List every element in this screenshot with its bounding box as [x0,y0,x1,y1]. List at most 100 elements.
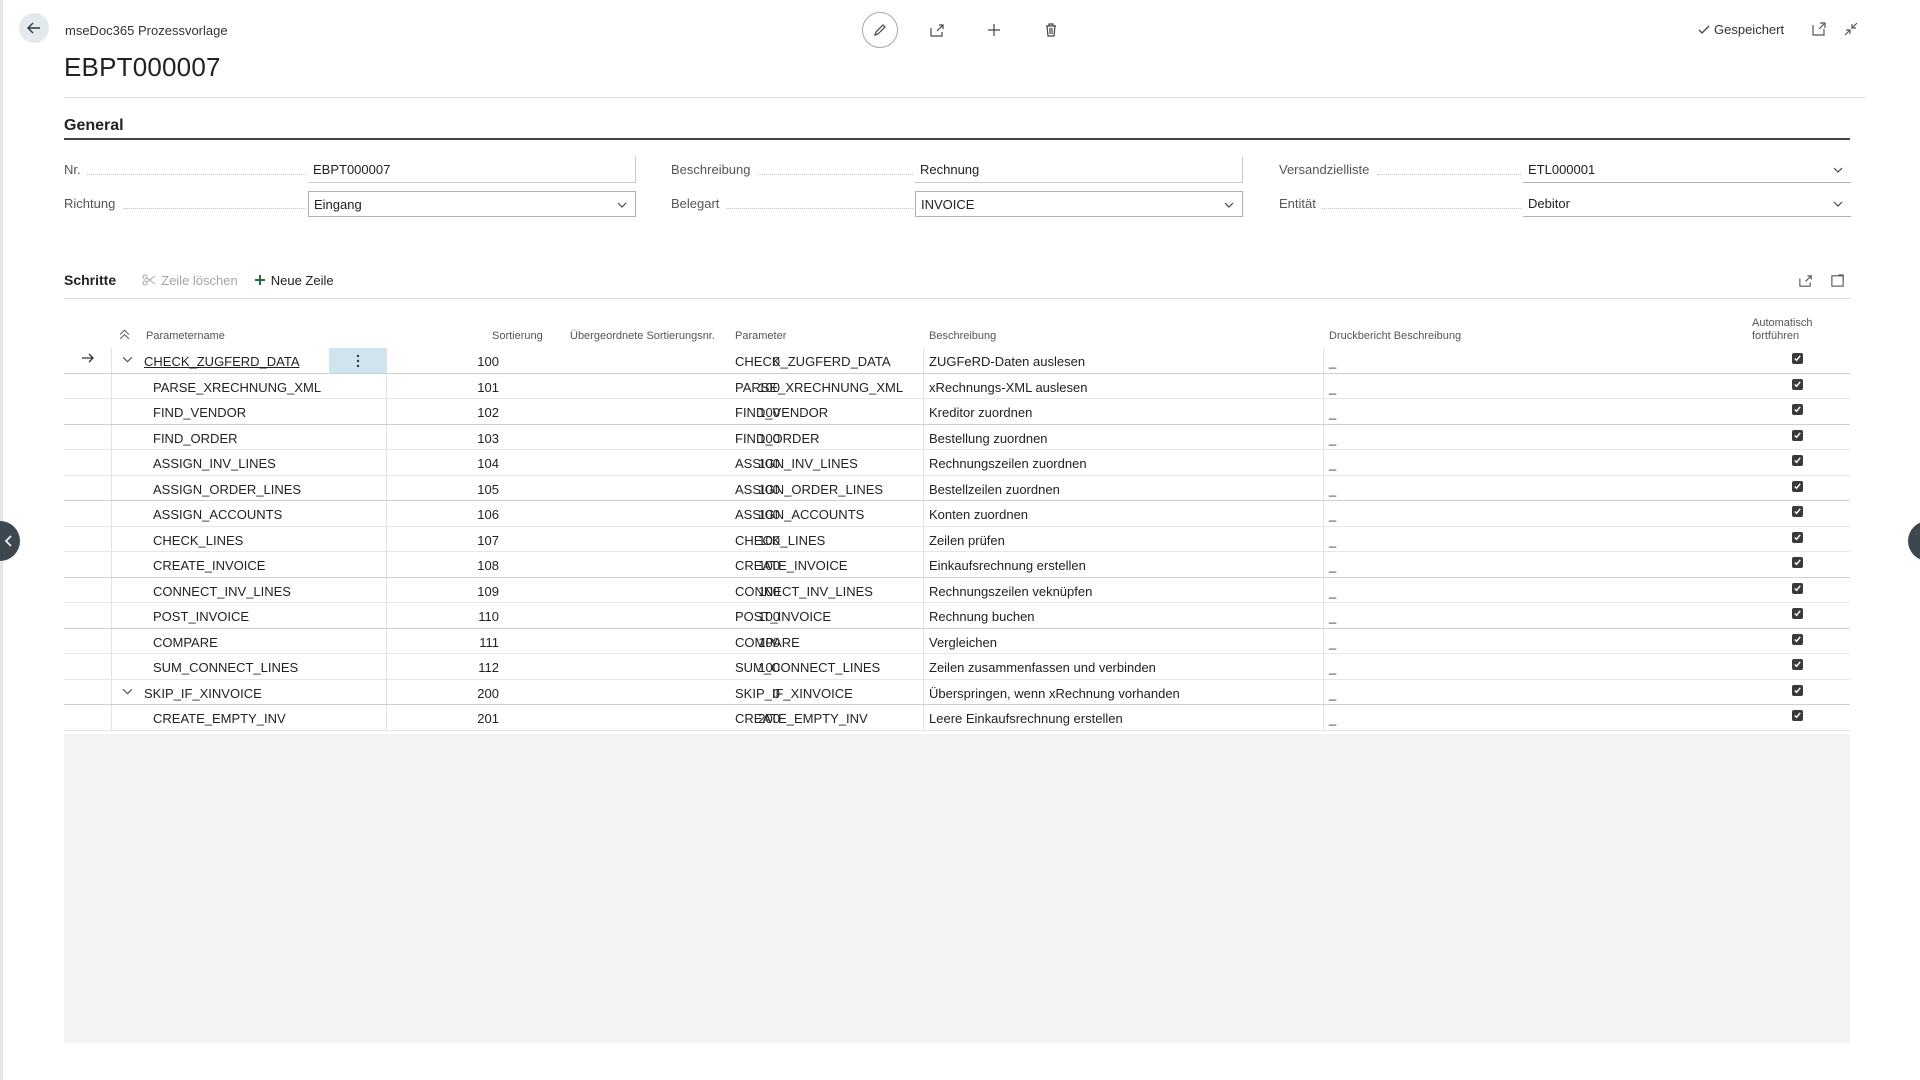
cell-druckbericht[interactable]: _ [1329,609,1336,624]
beschreibung-input[interactable]: Rechnung [915,157,1243,183]
cell-druckbericht[interactable]: _ [1329,711,1336,726]
cell-beschreibung[interactable]: Bestellung zuordnen [929,431,1048,446]
cell-parametername[interactable]: SUM_CONNECT_LINES [153,660,298,675]
expand-collapse-button[interactable] [122,685,133,700]
cell-parameter[interactable]: FIND_ORDER [735,431,820,446]
cell-parameter[interactable]: ASSIGN_ACCOUNTS [735,507,864,522]
cell-parameter[interactable]: ASSIGN_INV_LINES [735,456,858,471]
cell-beschreibung[interactable]: Rechnungszeilen zuordnen [929,456,1087,471]
auto-continue-checkbox[interactable] [1792,353,1803,364]
table-row[interactable]: ASSIGN_ORDER_LINES 105 100 ASSIGN_ORDER_LIN… [64,475,1850,501]
cell-parameter[interactable]: CREATE_INVOICE [735,558,847,573]
cell-beschreibung[interactable]: Zeilen zusammenfassen und verbinden [929,660,1156,675]
table-row[interactable]: CREATE_EMPTY_INV 201 200 CREATE_EMPTY_INV Le… [64,705,1850,731]
cell-parametername[interactable]: CONNECT_INV_LINES [153,584,291,599]
auto-continue-checkbox[interactable] [1792,582,1803,594]
col-parent-sort[interactable]: Übergeordnete Sortierungsnr. [570,330,715,342]
col-parametername[interactable]: Parametername [146,330,225,342]
new-button[interactable] [976,12,1012,48]
auto-continue-checkbox[interactable] [1792,633,1803,645]
cell-sortierung[interactable]: 111 [479,635,499,650]
delete-button[interactable] [1033,12,1069,48]
share-steps-button[interactable] [1797,272,1813,288]
cell-parameter[interactable]: SUM_CONNECT_LINES [735,660,880,675]
cell-parametername[interactable]: CHECK_LINES [153,533,243,548]
cell-parametername[interactable]: PARSE_XRECHNUNG_XML [153,380,321,395]
cell-beschreibung[interactable]: Rechnung buchen [929,609,1035,624]
cell-parameter[interactable]: CREATE_EMPTY_INV [735,711,868,726]
open-in-window-button[interactable] [1829,272,1845,288]
prev-record-button[interactable] [0,521,20,561]
delete-line-button[interactable]: Zeile löschen [142,273,238,288]
col-druckbericht[interactable]: Druckbericht Beschreibung [1329,330,1461,342]
belegart-select[interactable]: INVOICE [915,191,1243,217]
cell-beschreibung[interactable]: Vergleichen [929,635,997,650]
auto-continue-checkbox[interactable] [1792,710,1803,721]
cell-druckbericht[interactable]: _ [1329,405,1336,420]
cell-parametername[interactable]: ASSIGN_ORDER_LINES [153,482,301,497]
cell-sortierung[interactable]: 106 [477,507,499,522]
auto-continue-checkbox[interactable] [1792,659,1803,670]
cell-sortierung[interactable]: 110 [478,609,499,624]
auto-continue-checkbox[interactable] [1792,480,1803,492]
table-row[interactable]: CHECK_LINES 107 100 CHECK_LINES Zeilen prüfe… [64,526,1850,552]
table-row[interactable]: FIND_ORDER 103 100 FIND_ORDER Bestellung zuo… [64,424,1850,450]
cell-beschreibung[interactable]: Bestellzeilen zuordnen [929,482,1060,497]
cell-beschreibung[interactable]: Überspringen, wenn xRechnung vorhanden [929,686,1180,701]
richtung-select[interactable]: Eingang [308,191,636,217]
collapse-all-button[interactable] [119,329,130,343]
cell-parametername[interactable]: CREATE_EMPTY_INV [153,711,286,726]
cell-parametername[interactable]: FIND_ORDER [153,431,238,446]
cell-parametername[interactable]: CREATE_INVOICE [153,558,265,573]
cell-parametername[interactable]: FIND_VENDOR [153,405,246,420]
auto-continue-checkbox[interactable] [1792,404,1803,415]
cell-parametername[interactable]: POST_INVOICE [153,609,249,624]
versandzielliste-select[interactable]: ETL000001 [1523,157,1851,183]
auto-continue-checkbox[interactable] [1792,455,1803,466]
cell-druckbericht[interactable]: _ [1329,431,1336,446]
table-row[interactable]: CONNECT_INV_LINES 109 100 CONNECT_INV_LINES… [64,577,1850,603]
col-sortierung[interactable]: Sortierung [492,330,543,342]
cell-sortierung[interactable]: 101 [477,380,499,395]
cell-parametername[interactable]: ASSIGN_ACCOUNTS [153,507,282,522]
cell-sortierung[interactable]: 112 [478,660,499,675]
cell-sortierung[interactable]: 104 [477,456,499,471]
auto-continue-checkbox[interactable] [1792,506,1803,517]
auto-continue-checkbox[interactable] [1792,429,1803,441]
cell-druckbericht[interactable]: _ [1329,660,1336,675]
cell-sortierung[interactable]: 200 [477,686,499,701]
new-line-button[interactable]: Neue Zeile [254,273,334,288]
col-beschreibung[interactable]: Beschreibung [929,330,996,342]
cell-parametername[interactable]: ASSIGN_INV_LINES [153,456,276,471]
cell-sortierung[interactable]: 105 [477,482,499,497]
cell-sortierung[interactable]: 107 [477,533,499,548]
cell-beschreibung[interactable]: Kreditor zuordnen [929,405,1032,420]
cell-parameter[interactable]: ASSIGN_ORDER_LINES [735,482,883,497]
open-new-window-button[interactable] [1810,20,1828,38]
cell-druckbericht[interactable]: _ [1329,686,1336,701]
cell-parametername[interactable]: COMPARE [153,635,218,650]
cell-sortierung[interactable]: 201 [477,711,499,726]
cell-beschreibung[interactable]: Zeilen prüfen [929,533,1005,548]
edit-button[interactable] [862,12,898,48]
cell-sortierung[interactable]: 100 [477,354,499,369]
cell-parameter[interactable]: CHECK_ZUGFERD_DATA [735,354,891,369]
collapse-button[interactable] [1842,20,1860,38]
cell-parameter[interactable]: COMPARE [735,635,800,650]
cell-druckbericht[interactable]: _ [1329,584,1336,599]
table-row[interactable]: FIND_VENDOR 102 100 FIND_VENDOR Kreditor zuo… [64,399,1850,425]
cell-parametername[interactable]: CHECK_ZUGFERD_DATA [144,354,300,369]
back-button[interactable] [19,13,49,43]
auto-continue-checkbox[interactable] [1792,608,1803,619]
table-row[interactable]: PARSE_XRECHNUNG_XML 101 100 PARSE_XRECHNUNG… [64,373,1850,399]
table-row[interactable]: COMPARE 111 100 COMPARE Vergleichen _ [64,628,1850,654]
cell-druckbericht[interactable]: _ [1329,533,1336,548]
table-row[interactable]: ASSIGN_INV_LINES 104 100 ASSIGN_INV_LINES Re… [64,450,1850,476]
cell-beschreibung[interactable]: Einkaufsrechnung erstellen [929,558,1086,573]
table-row[interactable]: POST_INVOICE 110 100 POST_INVOICE Rechnung b… [64,603,1850,629]
auto-continue-checkbox[interactable] [1792,557,1803,568]
cell-druckbericht[interactable]: _ [1329,507,1336,522]
cell-beschreibung[interactable]: ZUGFeRD-Daten auslesen [929,354,1085,369]
table-row[interactable]: ASSIGN_ACCOUNTS 106 100 ASSIGN_ACCOUNTS Kont… [64,501,1850,527]
expand-collapse-button[interactable] [122,353,133,368]
